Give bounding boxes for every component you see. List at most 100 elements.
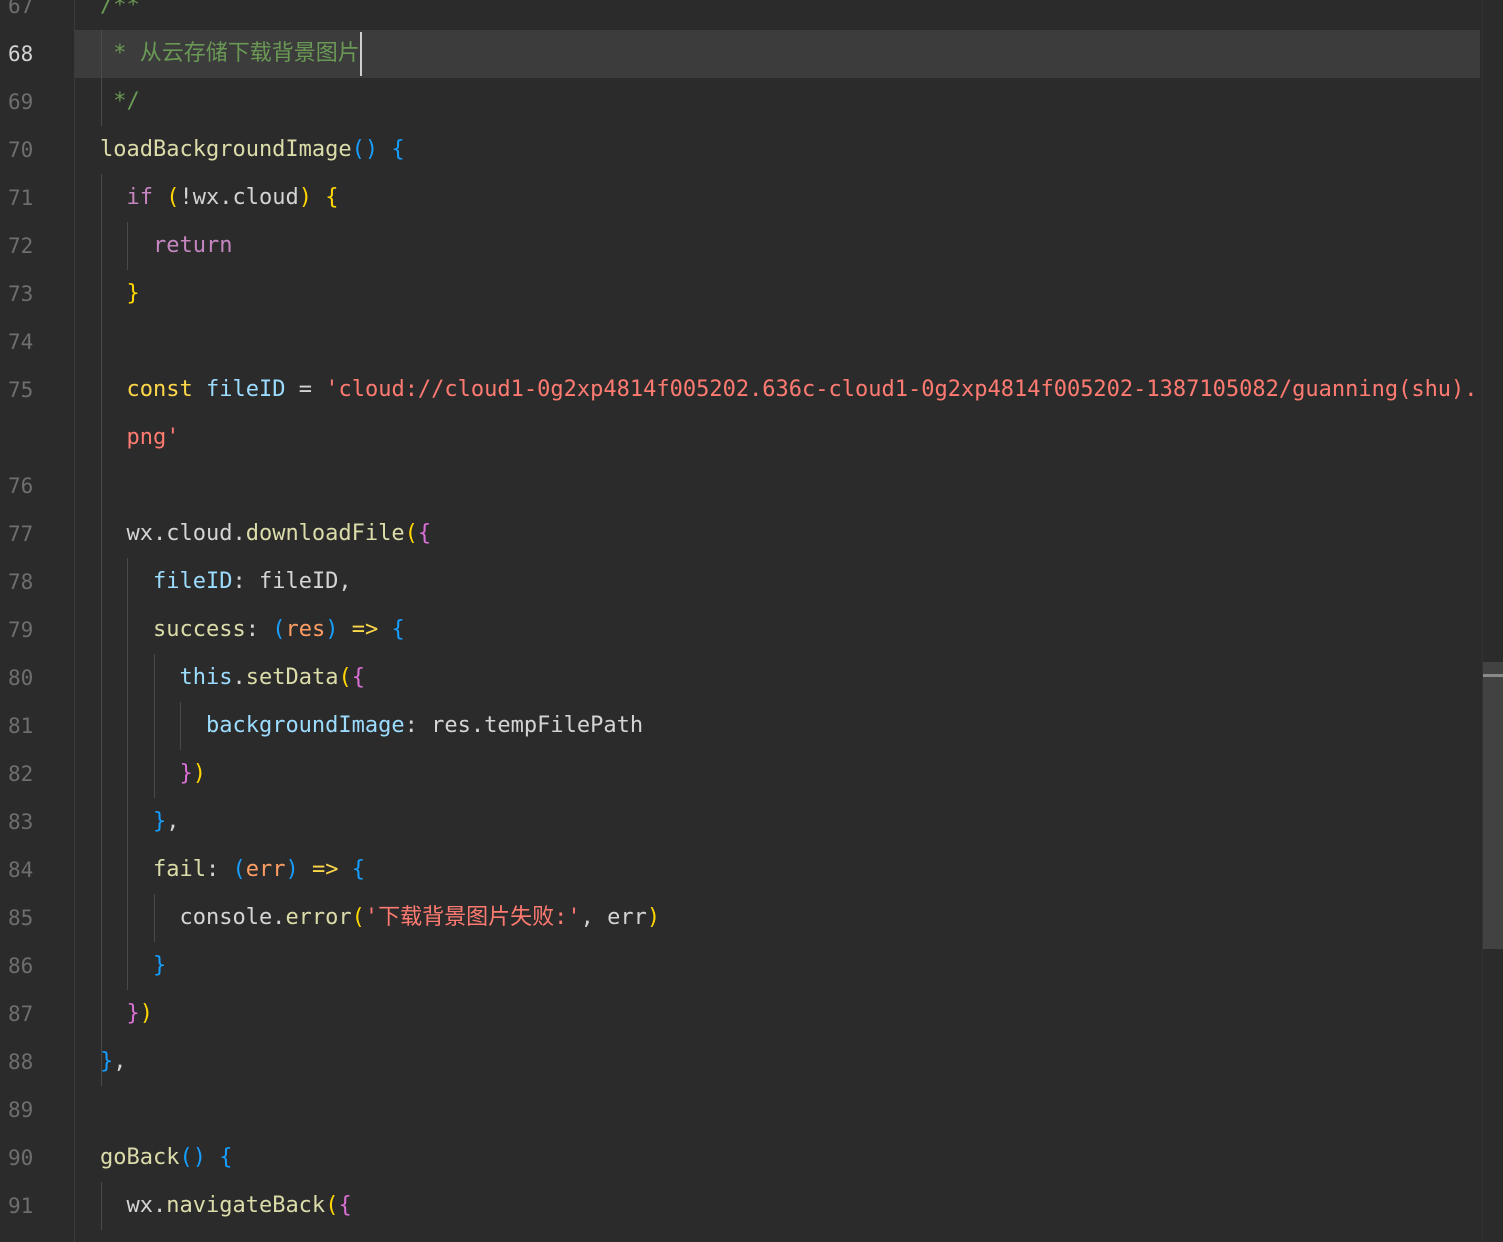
code-token: * 从云存储下载背景图片 bbox=[100, 41, 360, 66]
code-line[interactable]: /** bbox=[75, 0, 1480, 30]
code-token: err bbox=[245, 857, 286, 882]
line-number: 90 bbox=[8, 1146, 34, 1170]
code-line[interactable] bbox=[75, 1086, 1480, 1134]
code-token: this bbox=[179, 665, 233, 690]
code-token: => bbox=[351, 617, 379, 642]
code-token: : fileID, bbox=[232, 569, 352, 594]
code-line[interactable]: }) bbox=[75, 750, 1480, 798]
code-line[interactable]: this.setData({ bbox=[75, 654, 1480, 702]
code-line[interactable] bbox=[75, 318, 1480, 366]
code-line[interactable]: } bbox=[75, 270, 1480, 318]
code-token: 'cloud://cloud1-0g2xp4814f005202.636c-cl… bbox=[325, 377, 1478, 402]
code-token: res bbox=[285, 617, 326, 642]
code-token: { bbox=[325, 185, 339, 210]
code-line[interactable]: fail: (err) => { bbox=[75, 846, 1480, 894]
line-number: 89 bbox=[8, 1098, 34, 1122]
code-token: return bbox=[152, 233, 233, 258]
code-line[interactable]: goBack() { bbox=[75, 1134, 1480, 1182]
code-token: } bbox=[126, 281, 140, 306]
code-line[interactable]: wx.cloud.downloadFile({ bbox=[75, 510, 1480, 558]
indent-guide bbox=[101, 30, 102, 126]
code-line[interactable]: png' bbox=[75, 414, 1480, 462]
code-line[interactable]: fileID: fileID, bbox=[75, 558, 1480, 606]
code-token: ) bbox=[325, 617, 339, 642]
line-number: 81 bbox=[8, 714, 34, 738]
code-line[interactable]: */ bbox=[75, 78, 1480, 126]
line-number: 79 bbox=[8, 618, 34, 642]
line-number: 91 bbox=[8, 1194, 34, 1218]
code-token: : bbox=[205, 857, 233, 882]
line-number: 77 bbox=[8, 522, 34, 546]
code-line[interactable]: * 从云存储下载背景图片 bbox=[75, 30, 1480, 78]
code-token: const bbox=[126, 377, 193, 402]
line-number: 72 bbox=[8, 234, 34, 258]
code-line[interactable]: if (!wx.cloud) { bbox=[75, 174, 1480, 222]
code-token: . bbox=[232, 665, 246, 690]
code-line[interactable]: } bbox=[75, 942, 1480, 990]
code-editor[interactable]: 67 68 69 70 71 72 73 74 75 76 77 78 79 80 81 82 83 84 85 86… bbox=[0, 0, 1503, 1242]
code-line[interactable]: backgroundImage: res.tempFilePath bbox=[75, 702, 1480, 750]
code-token: wx. bbox=[100, 1193, 167, 1218]
code-line[interactable]: }, bbox=[75, 1038, 1480, 1086]
line-number: 86 bbox=[8, 954, 34, 978]
line-number: 85 bbox=[8, 906, 34, 930]
line-number: 70 bbox=[8, 138, 34, 162]
indent-guide bbox=[127, 222, 129, 270]
code-line[interactable]: }, bbox=[75, 798, 1480, 846]
code-token: navigateBack bbox=[166, 1193, 326, 1218]
indent-guide bbox=[101, 174, 102, 1086]
code-area[interactable]: /** * 从云存储下载背景图片 */loadBackgroundImage()… bbox=[75, 0, 1480, 1242]
line-number: 68 bbox=[8, 42, 34, 66]
code-token: { bbox=[351, 665, 365, 690]
line-number: 87 bbox=[8, 1002, 34, 1026]
code-line[interactable]: }) bbox=[75, 990, 1480, 1038]
code-token: } bbox=[179, 761, 193, 786]
text-caret bbox=[359, 32, 362, 76]
vertical-scrollbar[interactable] bbox=[1482, 0, 1503, 1242]
code-token: ( bbox=[404, 521, 418, 546]
code-token: : res.tempFilePath bbox=[404, 713, 644, 738]
line-number-gutter: 67 68 69 70 71 72 73 74 75 76 77 78 79 80 81 82 83 84 85 86… bbox=[0, 0, 75, 1242]
code-line[interactable]: loadBackgroundImage() { bbox=[75, 126, 1480, 174]
code-token: { bbox=[338, 1193, 352, 1218]
line-number bbox=[0, 414, 60, 462]
code-token: { bbox=[391, 617, 405, 642]
code-line[interactable]: return bbox=[75, 222, 1480, 270]
code-line[interactable]: const fileID = 'cloud://cloud1-0g2xp4814… bbox=[75, 366, 1480, 414]
code-token: { bbox=[391, 137, 405, 162]
code-line[interactable]: console.error('下载背景图片失败:', err) bbox=[75, 894, 1480, 942]
code-token: /** bbox=[100, 0, 140, 18]
code-token: png' bbox=[126, 425, 180, 450]
code-token: backgroundImage bbox=[205, 713, 405, 738]
code-token: , bbox=[113, 1049, 127, 1074]
code-token: = bbox=[285, 377, 326, 402]
code-line[interactable]: wx.navigateBack({ bbox=[75, 1182, 1480, 1230]
line-number: 75 bbox=[8, 378, 34, 402]
line-number: 74 bbox=[8, 330, 34, 354]
code-line[interactable]: success: (res) => { bbox=[75, 606, 1480, 654]
line-number: 88 bbox=[8, 1050, 34, 1074]
code-token: ) bbox=[298, 185, 312, 210]
code-token: ) bbox=[646, 905, 661, 930]
scrollbar-thumb[interactable] bbox=[1483, 662, 1503, 949]
code-token: ( bbox=[351, 905, 365, 930]
line-number: 82 bbox=[8, 762, 34, 786]
code-line[interactable] bbox=[75, 462, 1480, 510]
indent-guide bbox=[127, 558, 129, 990]
line-number: 73 bbox=[8, 282, 34, 306]
code-token: !wx.cloud bbox=[179, 185, 299, 210]
code-token: ( bbox=[166, 185, 180, 210]
code-token: => bbox=[311, 857, 339, 882]
code-token: fileID bbox=[152, 569, 233, 594]
